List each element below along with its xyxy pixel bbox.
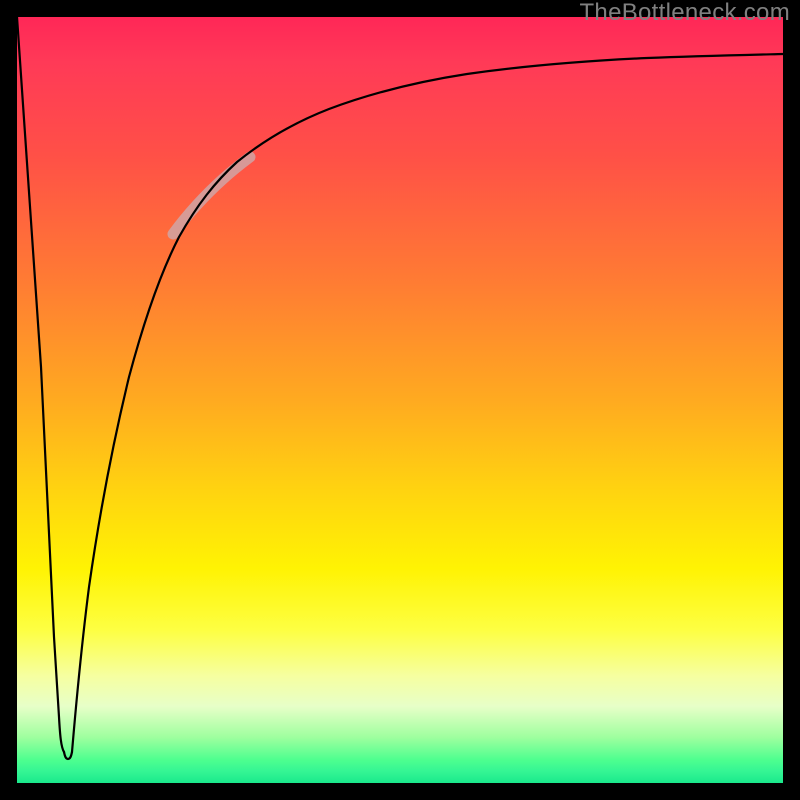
bottleneck-chart: TheBottleneck.com <box>0 0 800 800</box>
chart-frame <box>0 0 800 800</box>
